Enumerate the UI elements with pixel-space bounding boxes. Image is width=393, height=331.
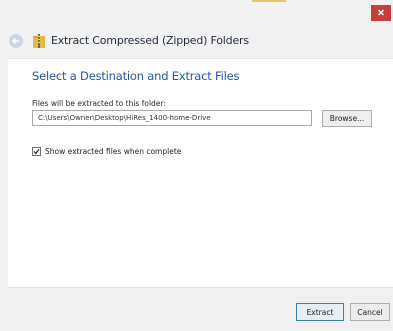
- zip-folder-icon: [33, 34, 45, 48]
- cancel-button[interactable]: Cancel: [350, 303, 390, 321]
- show-files-option[interactable]: Show extracted files when complete: [32, 145, 181, 157]
- destination-path-input[interactable]: [32, 110, 312, 126]
- dialog-footer: Extract Cancel: [8, 287, 393, 331]
- dialog-header: Extract Compressed (Zipped) Folders: [0, 24, 393, 58]
- page-heading: Select a Destination and Extract Files: [32, 69, 240, 83]
- left-edge-strip: [0, 58, 8, 331]
- back-arrow-icon: [12, 38, 19, 44]
- title-bar: [0, 0, 393, 24]
- title-accent-strip: [252, 0, 286, 2]
- dialog-title: Extract Compressed (Zipped) Folders: [51, 34, 249, 47]
- back-button[interactable]: [9, 34, 23, 48]
- show-files-label: Show extracted files when complete: [45, 146, 182, 156]
- browse-button[interactable]: Browse...: [322, 110, 372, 127]
- content-pane: Select a Destination and Extract Files F…: [8, 58, 393, 287]
- extract-dialog-window: Extract Compressed (Zipped) Folders Sele…: [0, 0, 393, 331]
- show-files-checkbox[interactable]: [32, 146, 41, 156]
- checkmark-icon: [33, 148, 40, 154]
- close-icon: [378, 9, 384, 16]
- close-button[interactable]: [371, 5, 391, 21]
- extract-button[interactable]: Extract: [296, 303, 344, 321]
- destination-label: Files will be extracted to this folder:: [32, 99, 166, 108]
